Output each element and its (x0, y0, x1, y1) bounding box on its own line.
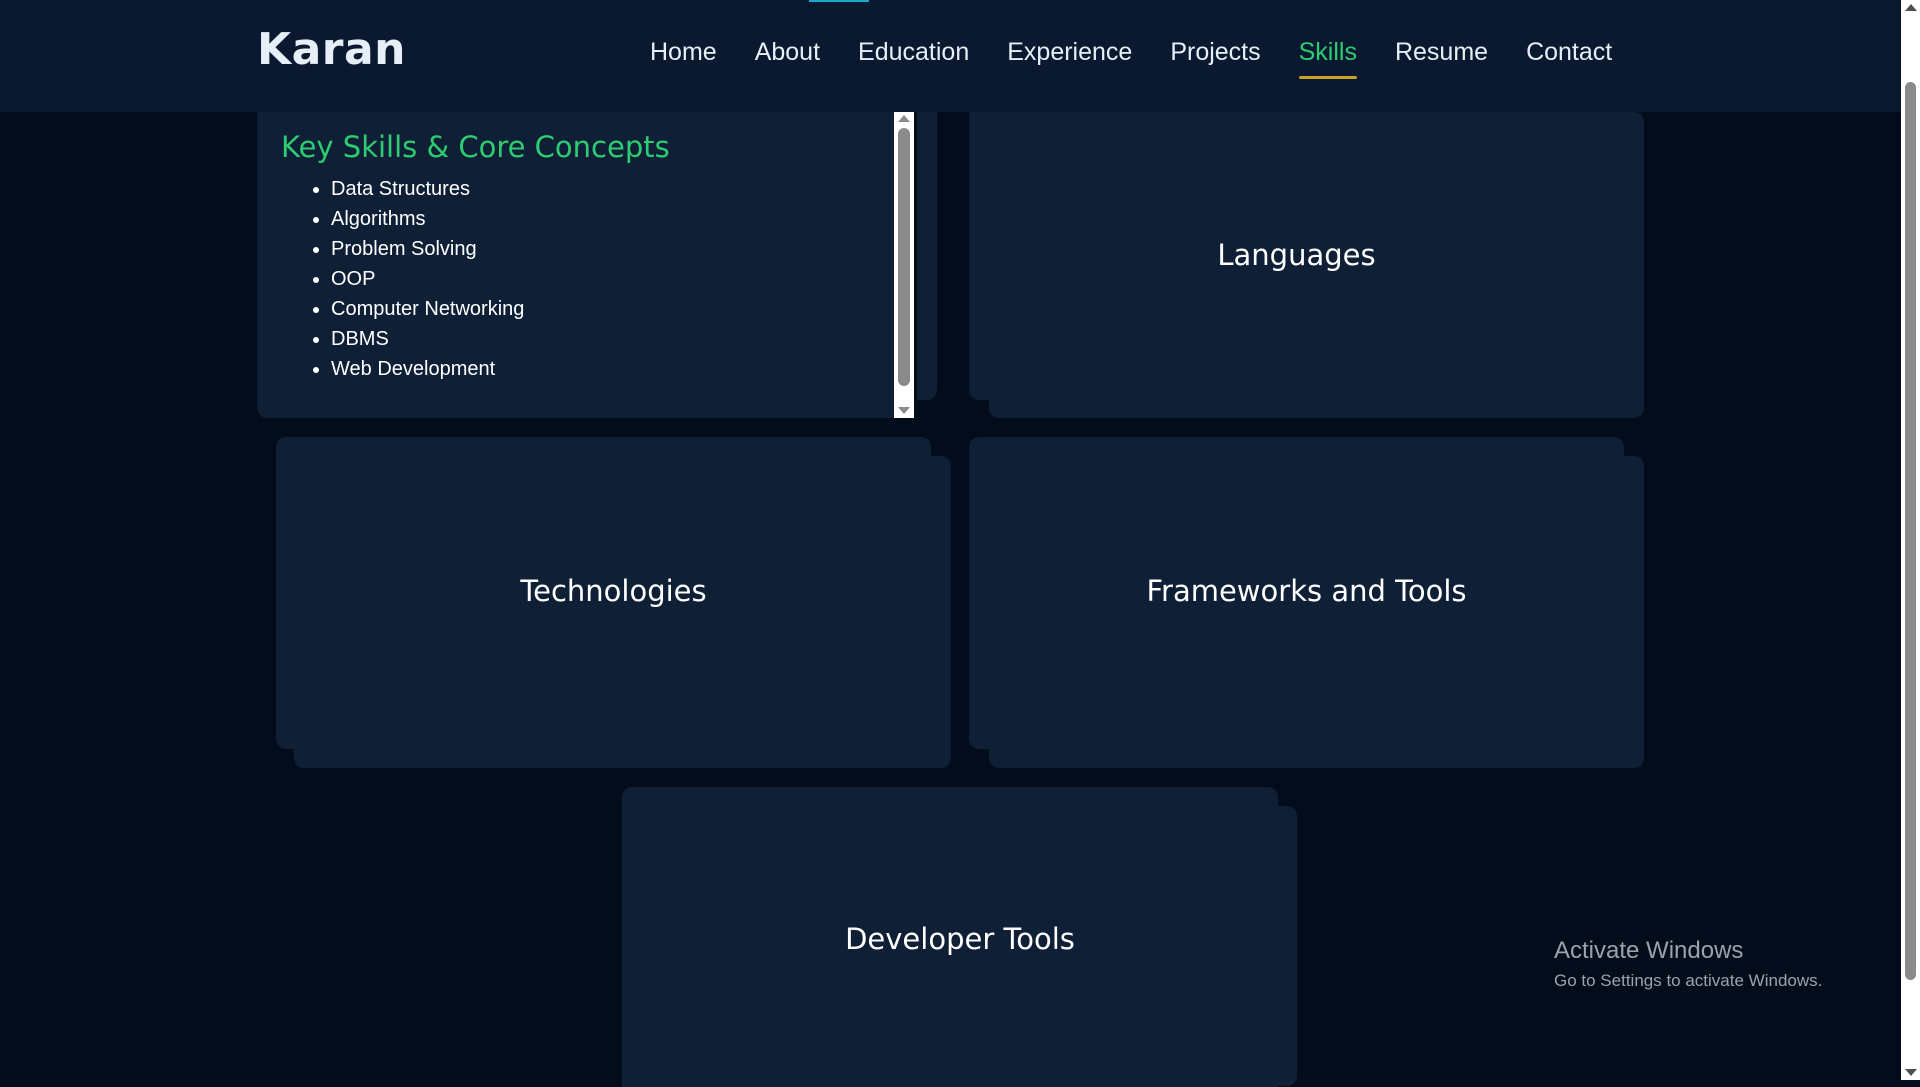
page-scroll-down-arrow-icon[interactable] (1905, 1069, 1917, 1076)
languages-card-label: Languages (1217, 238, 1376, 272)
scroll-up-arrow-icon[interactable] (898, 115, 910, 122)
nav-links: Home About Education Experience Projects… (650, 38, 1650, 79)
technologies-card[interactable]: Technologies (276, 437, 931, 749)
watermark-title: Activate Windows (1554, 937, 1744, 964)
page-scroll-up-arrow-icon[interactable] (1905, 4, 1917, 11)
windows-activation-watermark: Activate Windows Go to Settings to activ… (1554, 937, 1822, 991)
languages-card[interactable]: Languages (969, 112, 1624, 400)
nav-link-skills[interactable]: Skills (1298, 38, 1357, 79)
skill-item: DBMS (331, 324, 890, 354)
site-logo[interactable]: Karan (257, 24, 406, 75)
nav-link-experience[interactable]: Experience (1007, 38, 1132, 67)
watermark-subtitle: Go to Settings to activate Windows. (1554, 971, 1823, 990)
frameworks-card-label: Frameworks and Tools (1146, 574, 1467, 608)
nav-link-contact[interactable]: Contact (1526, 38, 1612, 67)
nav-link-about[interactable]: About (755, 38, 820, 67)
skill-item: Web Development (331, 354, 890, 384)
key-skills-scrollbar[interactable] (894, 112, 914, 418)
page-scrollbar[interactable] (1901, 0, 1920, 1080)
page-scrollbar-thumb[interactable] (1905, 82, 1916, 980)
nav-link-home[interactable]: Home (650, 38, 717, 67)
navbar: Karan Home About Education Experience Pr… (0, 0, 1901, 112)
nav-link-education[interactable]: Education (858, 38, 969, 67)
skill-item: Algorithms (331, 204, 890, 234)
scroll-down-arrow-icon[interactable] (898, 407, 910, 414)
key-skills-title: Key Skills & Core Concepts (281, 130, 670, 164)
devtools-card[interactable]: Developer Tools (622, 787, 1278, 1087)
active-nav-underline (1298, 76, 1357, 79)
skills-section: Key Skills & Core Concepts Data Structur… (0, 112, 1901, 1087)
skill-item: Computer Networking (331, 294, 890, 324)
skill-item: Problem Solving (331, 234, 890, 264)
skill-item: OOP (331, 264, 890, 294)
nav-link-projects[interactable]: Projects (1170, 38, 1260, 67)
frameworks-card[interactable]: Frameworks and Tools (969, 437, 1624, 749)
devtools-card-label: Developer Tools (845, 922, 1075, 956)
key-skills-card[interactable]: Key Skills & Core Concepts Data Structur… (257, 112, 937, 418)
card-back-layer (917, 112, 937, 400)
skill-item: Data Structures (331, 174, 890, 204)
key-skills-list: Data Structures Algorithms Problem Solvi… (281, 174, 890, 384)
nav-link-resume[interactable]: Resume (1395, 38, 1488, 67)
nav-link-skills-label: Skills (1298, 38, 1357, 66)
technologies-card-label: Technologies (520, 574, 707, 608)
scrollbar-thumb[interactable] (898, 128, 910, 386)
scroll-progress-indicator (809, 0, 869, 2)
